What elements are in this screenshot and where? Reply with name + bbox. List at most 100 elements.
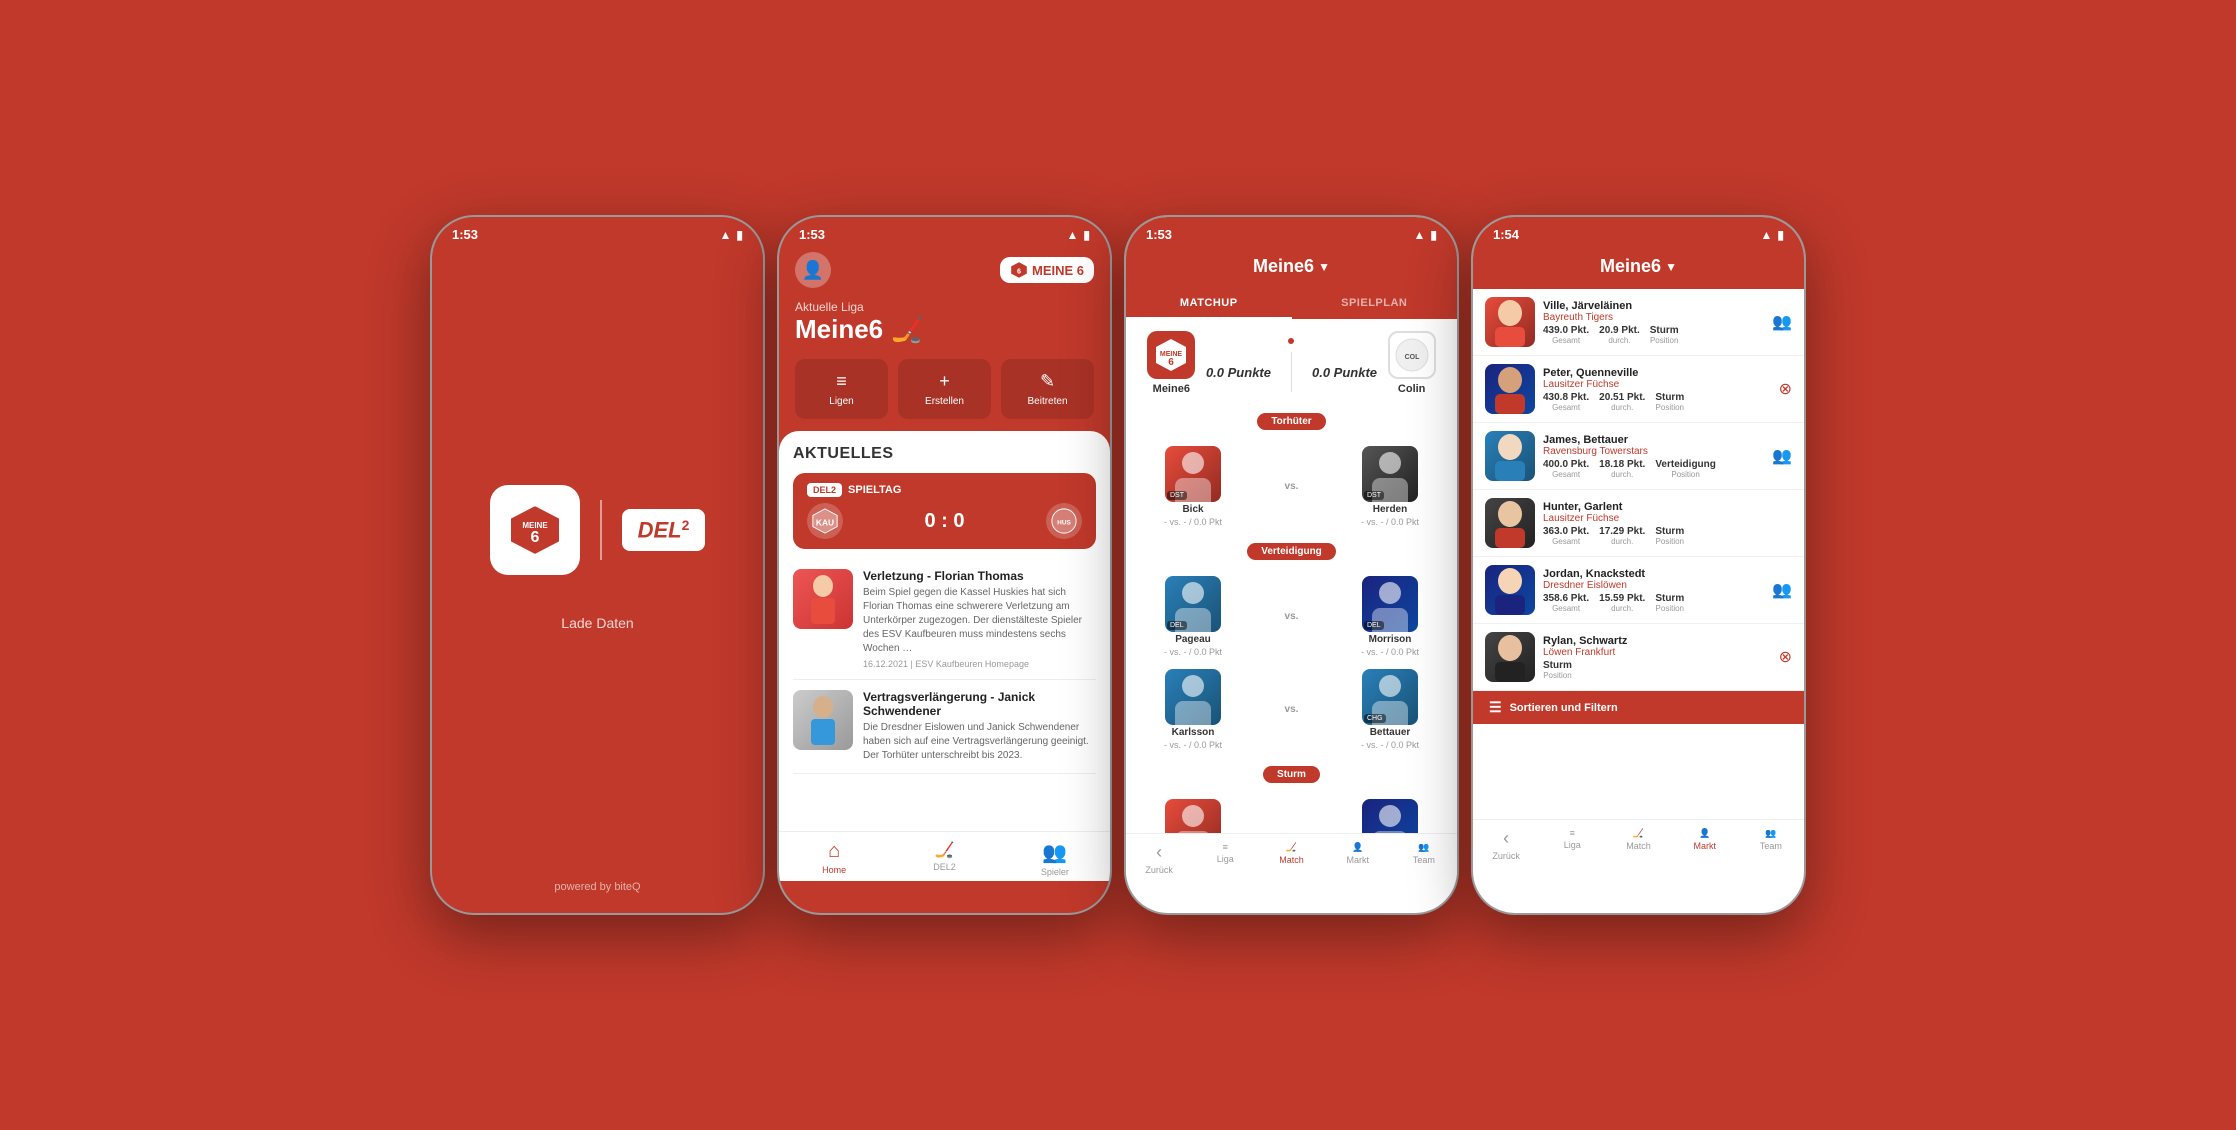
powered-by: powered by biteQ [554, 881, 640, 893]
news-desc-2: Die Dresdner Eislowen und Janick Schwend… [863, 721, 1096, 763]
erstellen-button[interactable]: + Erstellen [898, 359, 991, 419]
remove-icon-6[interactable]: ⊗ [1779, 647, 1792, 667]
away-team-logo: HUS [1046, 503, 1082, 539]
zuruck-icon-3: ‹ [1156, 842, 1162, 863]
player-name-2: Peter, Quenneville [1543, 367, 1771, 379]
list-item[interactable]: Peter, Quenneville Lausitzer Füchse 430.… [1473, 356, 1804, 423]
karlsson-name: Karlsson [1172, 727, 1215, 738]
liga-section: Aktuelle Liga Meine6 🏒 [779, 296, 1110, 355]
player-blackwater: Blackwater - vs. - / 0.0 Pkt [1138, 799, 1248, 833]
pageau-pts: - vs. - / 0.0 Pkt [1164, 647, 1222, 657]
right-team-col: COL Colin [1388, 331, 1436, 395]
ligen-button[interactable]: ≡ Ligen [795, 359, 888, 419]
player-avatar-6 [1485, 632, 1535, 682]
beitreten-button[interactable]: ✎ Beitreten [1001, 359, 1094, 419]
left-team-logo: MEINE 6 [1147, 331, 1195, 379]
svg-text:HUS: HUS [1057, 520, 1071, 527]
battery-icon-2: ▮ [1083, 228, 1090, 242]
news-item-2[interactable]: Vertragsverlängerung - Janick Schwendene… [793, 680, 1096, 774]
nav3-zuruck[interactable]: ‹ Zurück [1126, 842, 1192, 875]
tab-spielplan[interactable]: SPIELPLAN [1292, 289, 1458, 319]
svg-text:KAU: KAU [816, 518, 834, 528]
news-text-2: Vertragsverlängerung - Janick Schwendene… [863, 690, 1096, 763]
status-bar-2: 1:53 ▲ ▮ [779, 217, 1110, 248]
splash-content: MEINE 6 DEL2 Lade Daten [432, 248, 763, 868]
markt-icon-3: 👤 [1352, 842, 1363, 853]
nav-home-label: Home [822, 865, 846, 875]
nav3-liga[interactable]: ≡ Liga [1192, 842, 1258, 875]
del2-small-badge: DEL2 [807, 483, 842, 497]
svg-text:6: 6 [530, 529, 539, 546]
pos-5: Sturm Position [1655, 593, 1684, 613]
player-row-4: Blackwater - vs. - / 0.0 Pkt vs. Knackst… [1126, 793, 1457, 833]
vs-2: vs. [1285, 611, 1299, 622]
list-item[interactable]: Jordan, Knackstedt Dresdner Eislöwen 358… [1473, 557, 1804, 624]
punkte-left: 0.0 Punkte [1206, 365, 1271, 380]
player-name-6: Rylan, Schwartz [1543, 635, 1771, 647]
bottom-nav-2: ⌂ Home 🏒 DEL2 👥 Spieler [779, 831, 1110, 881]
news-title-1: Verletzung - Florian Thomas [863, 569, 1096, 583]
time-2: 1:53 [799, 227, 825, 242]
list-item[interactable]: James, Bettauer Ravensburg Towerstars 40… [1473, 423, 1804, 490]
nav-del2[interactable]: 🏒 DEL2 [889, 840, 999, 877]
matchup-scroll-area[interactable]: Torhüter DST Bick - vs. - / 0.0 Pkt vs. [1126, 403, 1457, 833]
news-img-1 [793, 569, 853, 629]
morrison-avatar: DEL [1362, 576, 1418, 632]
nav4-zuruck[interactable]: ‹ Zurück [1473, 828, 1539, 861]
battery-icon-3: ▮ [1430, 228, 1437, 242]
svg-text:COL: COL [1404, 354, 1420, 361]
nav4-liga[interactable]: ≡ Liga [1539, 828, 1605, 861]
aktuelles-title: AKTUELLES [793, 445, 1096, 463]
karlsson-avatar [1165, 669, 1221, 725]
player-row-1: DST Bick - vs. - / 0.0 Pkt vs. DST Herde… [1126, 440, 1457, 533]
nav4-markt[interactable]: 👤 Markt [1672, 828, 1738, 861]
tab-matchup[interactable]: MATCHUP [1126, 289, 1292, 319]
status-icons-2: ▲ ▮ [1067, 228, 1091, 242]
nav3-markt[interactable]: 👤 Markt [1325, 842, 1391, 875]
time-4: 1:54 [1493, 227, 1519, 242]
status-bar-4: 1:54 ▲ ▮ [1473, 217, 1804, 248]
nav-del2-label: DEL2 [933, 862, 956, 872]
nav3-team[interactable]: 👥 Team [1391, 842, 1457, 875]
nav-home[interactable]: ⌂ Home [779, 840, 889, 877]
pageau-avatar: DEL [1165, 576, 1221, 632]
tabs-bar: MATCHUP SPIELPLAN [1126, 289, 1457, 319]
vs-3: vs. [1285, 704, 1299, 715]
nav-spieler-label: Spieler [1041, 867, 1069, 877]
sort-bar[interactable]: ☰ Sortieren und Filtern [1473, 691, 1804, 724]
news-text-1: Verletzung - Florian Thomas Beim Spiel g… [863, 569, 1096, 669]
player-avatar-2 [1485, 364, 1535, 414]
meine6-logo: MEINE 6 [490, 485, 580, 575]
remove-icon-2[interactable]: ⊗ [1779, 379, 1792, 399]
pos-6: Sturm Position [1543, 660, 1572, 680]
bick-pts: - vs. - / 0.0 Pkt [1164, 517, 1222, 527]
nav3-match[interactable]: 🏒 Match [1258, 842, 1324, 875]
team-icon-1: 👥 [1772, 312, 1792, 332]
wifi-icon-4: ▲ [1761, 228, 1773, 242]
news-item-1[interactable]: Verletzung - Florian Thomas Beim Spiel g… [793, 559, 1096, 680]
battery-icon: ▮ [736, 228, 743, 242]
bettauer-name: Bettauer [1370, 727, 1411, 738]
player-herden: DST Herden - vs. - / 0.0 Pkt [1335, 446, 1445, 527]
player-stats-1: 439.0 Pkt. Gesamt 20.9 Pkt. durch. Sturm… [1543, 325, 1764, 345]
team-icon-5: 👥 [1772, 580, 1792, 600]
nav4-match[interactable]: 🏒 Match [1605, 828, 1671, 861]
bettauer-badge: CHG [1364, 714, 1386, 723]
chevron-down-icon-4: ▼ [1665, 260, 1677, 274]
match-row: KAU 0 : 0 HUS [807, 503, 1082, 539]
wifi-icon-2: ▲ [1067, 228, 1079, 242]
list-item[interactable]: Hunter, Garlent Lausitzer Füchse 363.0 P… [1473, 490, 1804, 557]
wifi-icon-3: ▲ [1414, 228, 1426, 242]
player-name-4: Hunter, Garlent [1543, 501, 1768, 513]
durch-1: 20.9 Pkt. durch. [1599, 325, 1640, 345]
spieltag-header: DEL2 SPIELTAG [807, 483, 1082, 497]
nav4-team[interactable]: 👥 Team [1738, 828, 1804, 861]
user-avatar[interactable]: 👤 [795, 252, 831, 288]
action-buttons: ≡ Ligen + Erstellen ✎ Beitreten [779, 355, 1110, 431]
phone-screen2: 1:53 ▲ ▮ 👤 6 MEINE 6 Aktuelle Liga Meine… [777, 215, 1112, 915]
player-list[interactable]: Ville, Järveläinen Bayreuth Tigers 439.0… [1473, 289, 1804, 819]
list-item[interactable]: Ville, Järveläinen Bayreuth Tigers 439.0… [1473, 289, 1804, 356]
list-item[interactable]: Rylan, Schwartz Löwen Frankfurt Sturm Po… [1473, 624, 1804, 691]
bottom-nav-3: ‹ Zurück ≡ Liga 🏒 Match 👤 Markt 👥 Team [1126, 833, 1457, 879]
nav-spieler[interactable]: 👥 Spieler [1000, 840, 1110, 877]
